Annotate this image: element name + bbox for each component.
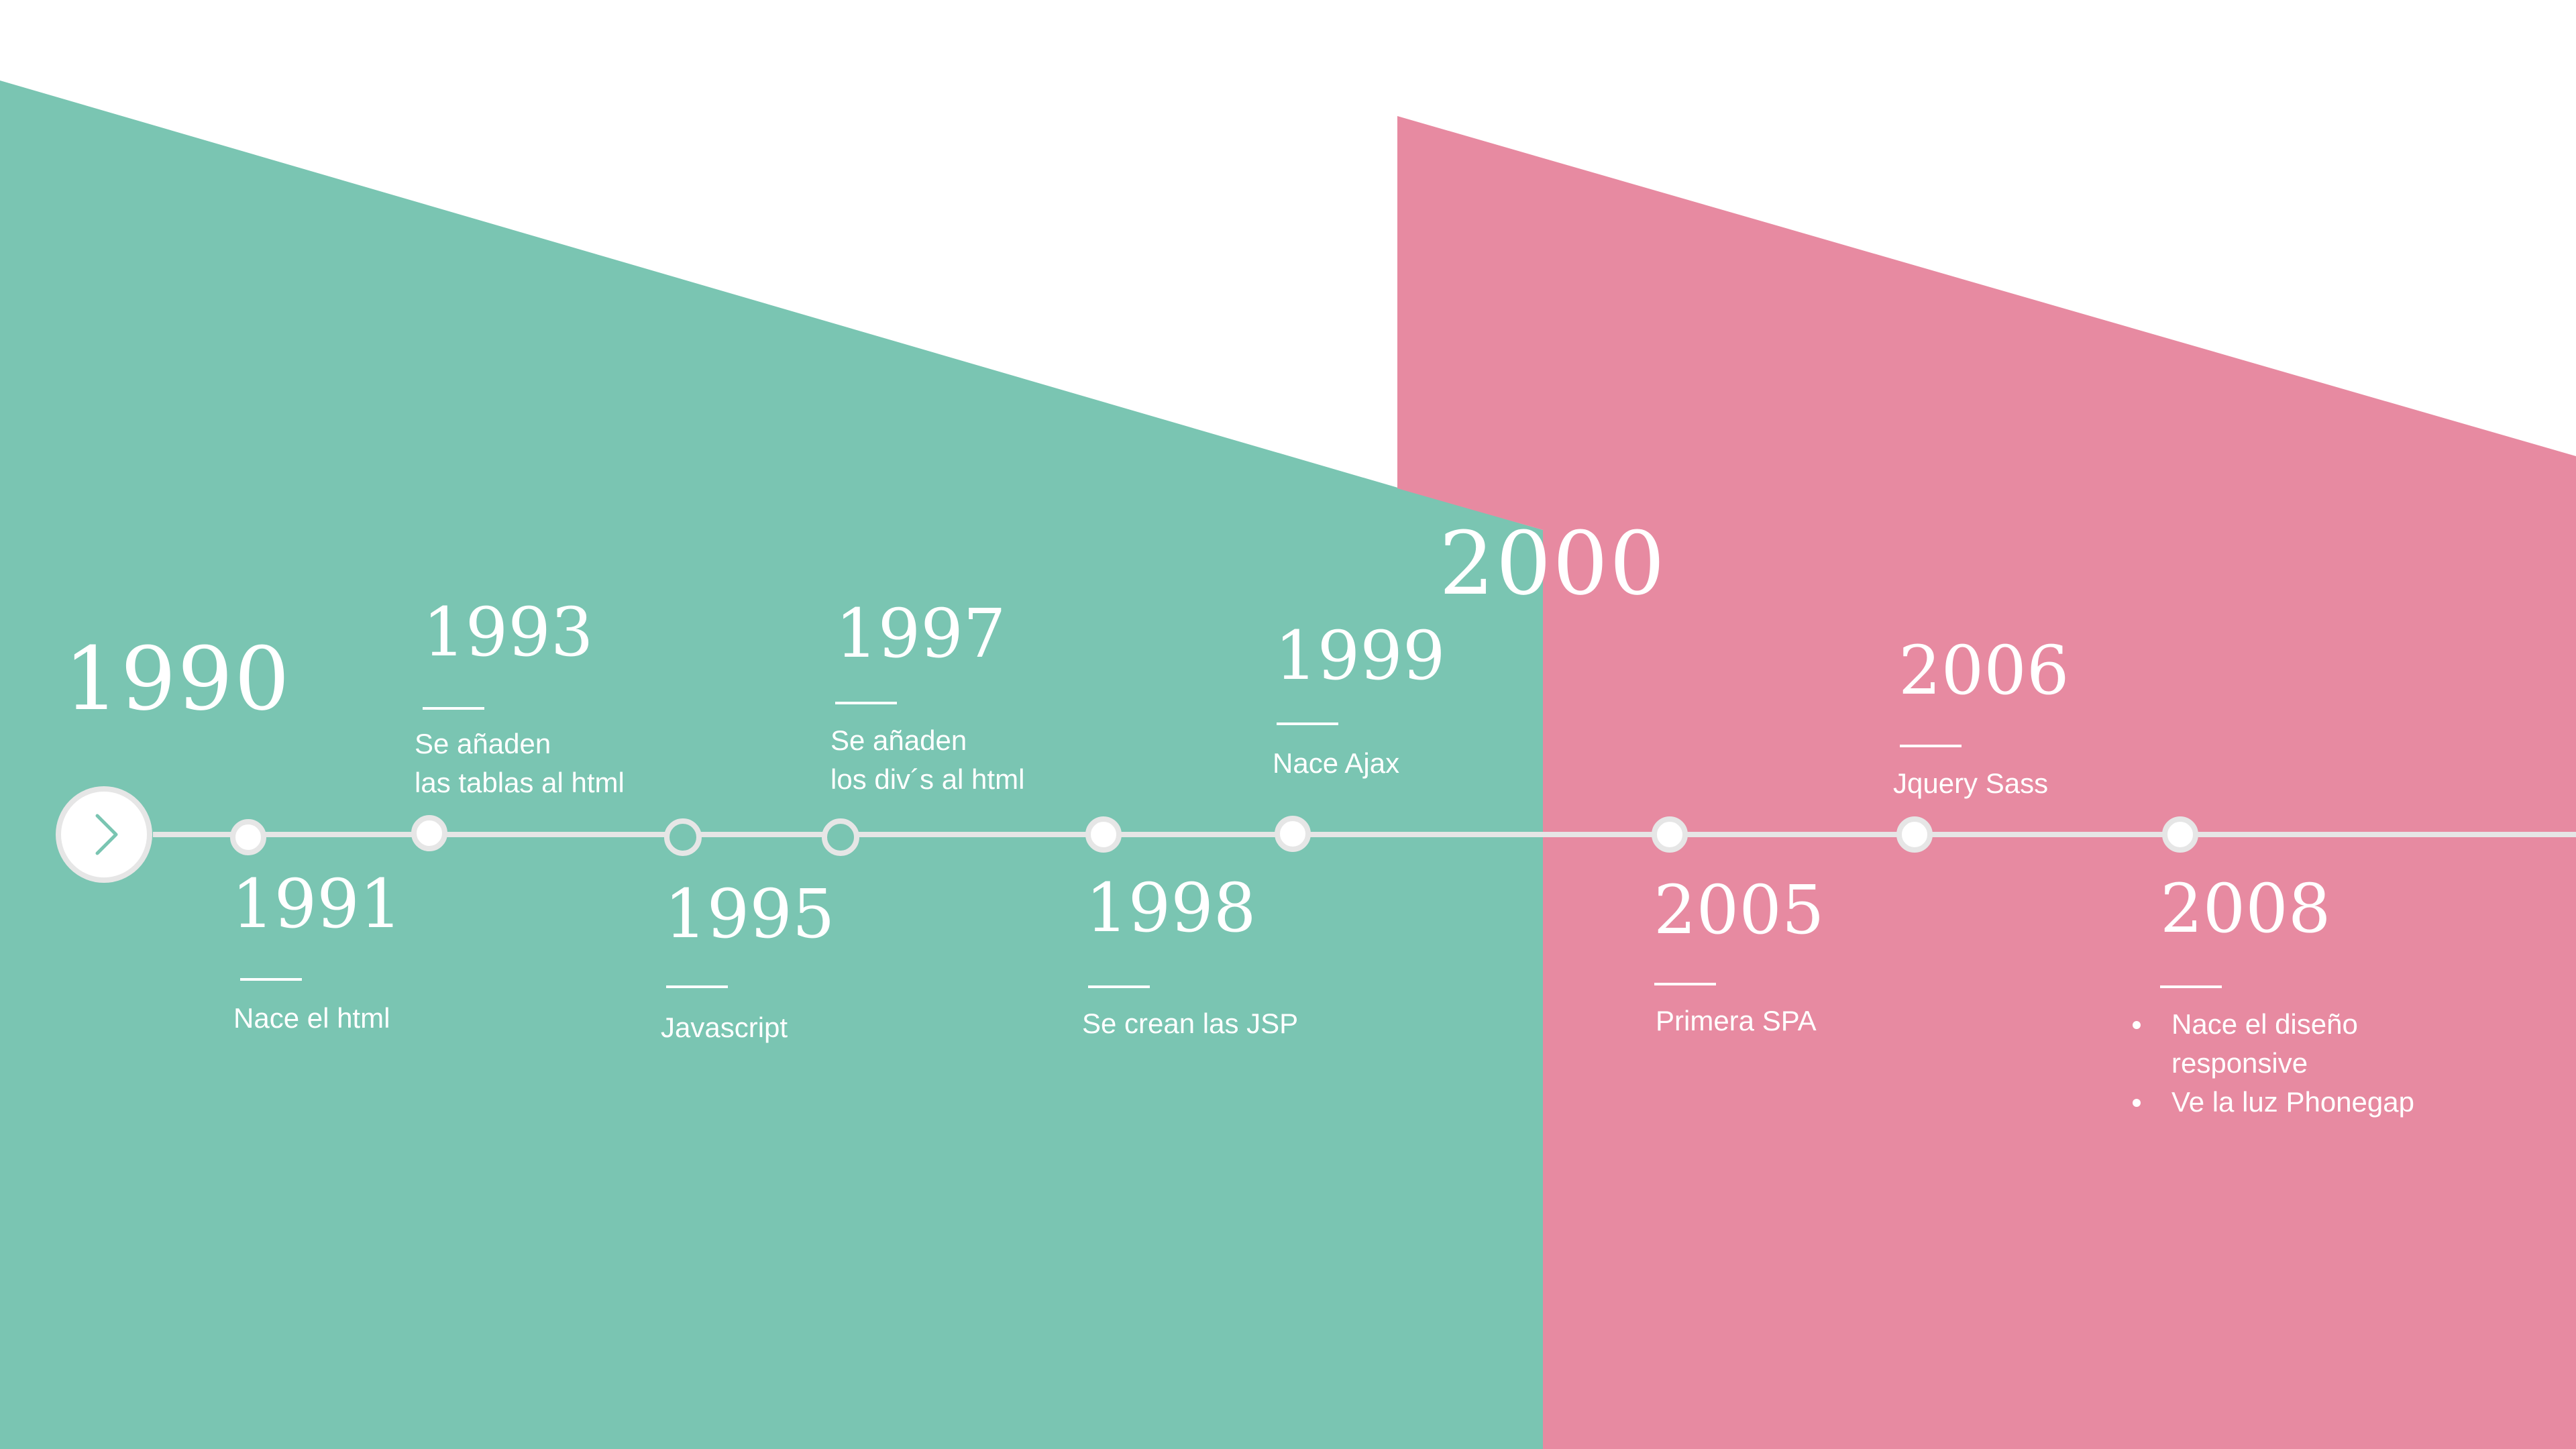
timeline-slide: 1990 2000 1991 Nace el html 1993 Se añad… (0, 0, 2576, 1449)
event-divider (1654, 983, 1716, 985)
event-divider (835, 702, 897, 704)
event-description: Se añaden los div´s al html (830, 724, 1025, 795)
event-divider (1900, 745, 1962, 747)
event-divider (2160, 985, 2222, 988)
event-divider (666, 985, 728, 988)
timeline-marker-1995[interactable] (664, 818, 702, 856)
event-year: 1999 (1275, 616, 1446, 695)
timeline-marker-1991[interactable] (230, 819, 266, 855)
decade-label-1990: 1990 (64, 628, 291, 730)
event-description: Se añaden las tablas al html (415, 728, 625, 798)
event-description: Nace el html (233, 1002, 390, 1034)
event-description: Primera SPA (1656, 1005, 1817, 1036)
event-divider (1088, 985, 1150, 988)
event-description: Jquery Sass (1893, 767, 2049, 799)
timeline-marker-1998[interactable] (1085, 816, 1122, 853)
timeline-marker-1993[interactable] (411, 815, 447, 851)
event-divider (423, 707, 484, 710)
timeline-marker-1999[interactable] (1275, 816, 1311, 852)
event-year: 2008 (2160, 869, 2331, 948)
start-button[interactable] (56, 786, 152, 883)
decade-label-2000: 2000 (1439, 513, 1666, 614)
timeline-marker-2006[interactable] (1896, 816, 1933, 853)
event-description: Se crean las JSP (1082, 1008, 1299, 1039)
timeline-marker-1997[interactable] (822, 818, 859, 856)
event-year: 1997 (835, 594, 1006, 673)
event-year: 1991 (231, 865, 402, 943)
event-year: 1995 (664, 875, 835, 953)
event-year: 2006 (1898, 631, 2070, 710)
event-description: Javascript (661, 1012, 788, 1043)
timeline-marker-2005[interactable] (1652, 816, 1688, 853)
bullet-item: Ve la luz Phonegap (2131, 1083, 2414, 1122)
event-divider (1277, 722, 1338, 725)
bullet-item: Nace el diseño responsive (2131, 1005, 2414, 1083)
event-divider (240, 978, 302, 981)
event-bullet-list: Nace el diseño responsive Ve la luz Phon… (2131, 1005, 2414, 1122)
event-year: 1998 (1085, 869, 1256, 947)
event-description: Nace Ajax (1273, 747, 1400, 779)
event-year: 2005 (1654, 871, 1825, 949)
event-year: 1993 (423, 593, 594, 672)
timeline-marker-2008[interactable] (2162, 816, 2198, 853)
